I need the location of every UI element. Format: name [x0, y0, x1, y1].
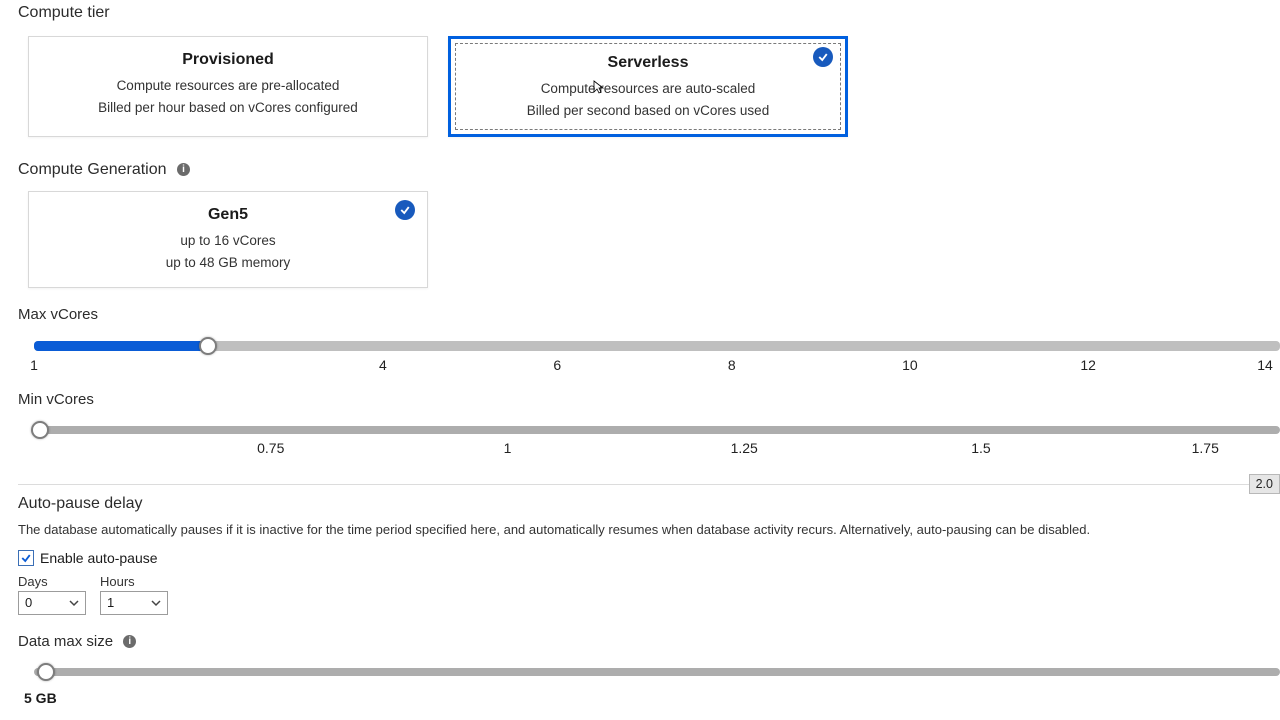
max-vcores-slider[interactable]: [34, 341, 1280, 351]
compute-tier-provisioned[interactable]: Provisioned Compute resources are pre-al…: [28, 36, 428, 137]
slider-tick: 1.25: [731, 440, 758, 456]
compute-tier-label: Compute tier: [18, 4, 1280, 22]
checkmark-icon: [813, 47, 833, 67]
auto-pause-label: Auto-pause delay: [18, 495, 1280, 513]
info-icon[interactable]: i: [177, 163, 190, 176]
checkmark-icon: [395, 200, 415, 220]
card-line: Compute resources are auto-scaled: [472, 78, 824, 100]
hours-label: Hours: [100, 574, 168, 589]
chevron-down-icon: [151, 598, 161, 608]
slider-tick: 1: [504, 440, 512, 456]
chevron-down-icon: [69, 598, 79, 608]
info-icon[interactable]: i: [123, 635, 136, 648]
days-label: Days: [18, 574, 86, 589]
card-line: Compute resources are pre-allocated: [49, 75, 407, 97]
card-title: Gen5: [49, 206, 407, 224]
days-select[interactable]: 0: [18, 591, 86, 615]
slider-tick: 1.5: [971, 440, 990, 456]
slider-thumb[interactable]: [199, 337, 217, 355]
card-line: up to 16 vCores: [49, 230, 407, 252]
card-title: Serverless: [472, 54, 824, 72]
max-vcores-label: Max vCores: [18, 306, 1280, 323]
compute-tier-serverless[interactable]: Serverless Compute resources are auto-sc…: [448, 36, 848, 137]
enable-auto-pause-checkbox[interactable]: [18, 550, 34, 566]
checkbox-label: Enable auto-pause: [40, 550, 158, 566]
slider-thumb[interactable]: [31, 421, 49, 439]
card-line: Billed per hour based on vCores configur…: [49, 97, 407, 119]
min-vcores-label: Min vCores: [18, 391, 1280, 408]
slider-tick: 6: [553, 357, 561, 373]
data-max-size-label: Data max size i: [18, 633, 1280, 650]
data-max-size-value: 5 GB: [24, 690, 1280, 706]
data-max-size-slider[interactable]: [34, 668, 1280, 676]
slider-thumb[interactable]: [37, 663, 55, 681]
card-line: up to 48 GB memory: [49, 252, 407, 274]
auto-pause-help: The database automatically pauses if it …: [18, 521, 1280, 539]
compute-generation-label: Compute Generation i: [18, 161, 1280, 179]
slider-tick: 8: [728, 357, 736, 373]
slider-tick: 1: [30, 357, 38, 373]
min-vcores-slider[interactable]: [34, 426, 1280, 434]
compute-generation-gen5[interactable]: Gen5 up to 16 vCores up to 48 GB memory: [28, 191, 428, 288]
slider-tick: 4: [379, 357, 387, 373]
slider-tick: 0.75: [257, 440, 284, 456]
card-line: Billed per second based on vCores used: [472, 100, 824, 122]
slider-tick: 1.75: [1192, 440, 1219, 456]
slider-tick: 10: [902, 357, 918, 373]
slider-tick: 12: [1080, 357, 1096, 373]
min-vcores-tooltip: 2.0: [1249, 474, 1280, 494]
card-title: Provisioned: [49, 51, 407, 69]
divider: [18, 484, 1280, 485]
hours-select[interactable]: 1: [100, 591, 168, 615]
slider-tick: 14: [1257, 357, 1273, 373]
